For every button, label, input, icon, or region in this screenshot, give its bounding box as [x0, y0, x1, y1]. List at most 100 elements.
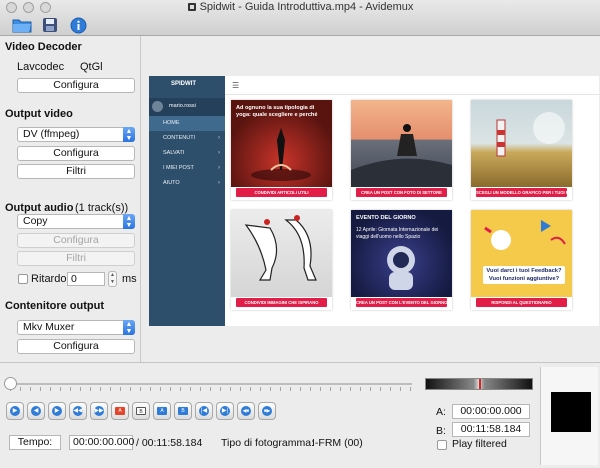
video-configure-button[interactable]: Configura [17, 146, 135, 161]
play-button[interactable]: ▶ [6, 402, 24, 420]
audio-delay-checkbox[interactable] [18, 274, 28, 284]
play-filtered-label: Play filtered [452, 438, 507, 450]
frame-type-value: I-FRM (00) [312, 437, 363, 449]
preview-nav-contenuti: CONTENUTI › [149, 131, 225, 146]
window-title: Spidwit - Guida Introduttiva.mp4 - Avide… [0, 1, 600, 13]
frame-type-label: Tipo di fotogramma: [221, 437, 314, 449]
audio-configure-button[interactable]: Configura [17, 233, 135, 248]
preview-logo: SPIDWIT [171, 81, 196, 87]
goto-marker-a-button[interactable]: A [153, 402, 171, 420]
previous-black-frame-button[interactable]: ◀■ [237, 402, 255, 420]
avatar [152, 101, 163, 112]
previous-keyframe-icon: ◀◀ [73, 406, 83, 416]
audio-codec-select[interactable]: Copy ▲ ▼ [17, 214, 135, 229]
tempo-button[interactable]: Tempo: [9, 435, 61, 450]
marker-b-label: B: [436, 425, 446, 437]
hamburger-menu-icon: ☰ [232, 81, 240, 90]
video-filters-button[interactable]: Filtri [17, 164, 135, 179]
first-frame-icon: |◀ [199, 406, 209, 416]
preview-topbar: ☰ [225, 76, 599, 95]
timeline-knob[interactable] [4, 377, 17, 390]
feedback-caption: Vuoi darci i tuoi Feedback? Vuoi funzion… [483, 266, 565, 284]
set-marker-a-icon: A [115, 407, 125, 415]
next-black-frame-button[interactable]: ■▶ [258, 402, 276, 420]
volume-meter [425, 378, 533, 390]
create-event-post-button: CREA UN POST CON L'EVENTO DEL GIORNO [356, 298, 447, 307]
answer-survey-button: RISPONDI AL QUESTIONARIO [476, 298, 567, 307]
audio-track-count: (1 track(s)) [75, 202, 129, 214]
decoder-name: Lavcodec [17, 61, 65, 73]
playback-panel: ▶ ◀ ▶ ◀◀ ▶▶ A B A B |◀ ▶| ◀■ ■▶ Tempo: 0… [0, 362, 600, 468]
timeline-track[interactable] [10, 383, 412, 385]
chevron-right-icon: › [218, 135, 220, 141]
preview-card-template: SCEGLI UN MODELLO GRAFICO PER I TUOI POS… [471, 100, 572, 200]
play-icon: ▶ [10, 406, 20, 416]
audio-filters-button[interactable]: Filtri [17, 251, 135, 266]
marker-a-label: A: [436, 406, 446, 418]
set-marker-b-icon: B [136, 407, 146, 415]
output-preview-panel [540, 367, 598, 465]
muxer-configure-button[interactable]: Configura [17, 339, 135, 354]
muxer-select[interactable]: Mkv Muxer ▲ ▼ [17, 320, 135, 335]
preview-card-event: EVENTO DEL GIORNO 12 Aprile: Giornata In… [351, 210, 452, 310]
astronaut-graphic [387, 246, 415, 290]
chevron-right-icon: › [218, 180, 220, 186]
previous-black-frame-icon: ◀■ [241, 406, 251, 416]
audio-delay-stepper[interactable]: ▲ ▼ [108, 271, 117, 287]
play-filtered-checkbox[interactable] [437, 440, 447, 450]
toolbar [12, 15, 88, 35]
marker-a-time[interactable]: 00:00:00.000 [452, 404, 530, 419]
rewind-icon: ◀ [31, 406, 41, 416]
choose-template-button: SCEGLI UN MODELLO GRAFICO PER I TUOI POS… [476, 188, 567, 197]
save-icon[interactable] [40, 15, 60, 35]
set-marker-b-button[interactable]: B [132, 402, 150, 420]
video-frame: SPIDWIT mario.rossi HOME CONTENUTI › SALV… [149, 76, 599, 326]
next-keyframe-button[interactable]: ▶▶ [90, 402, 108, 420]
meditation-figure-graphic [351, 124, 452, 187]
preview-card-yoga: Ad ognuno la sua tipologia di yoga: qual… [231, 100, 332, 200]
astronaut-image [351, 210, 452, 297]
next-keyframe-icon: ▶▶ [94, 406, 104, 416]
decoder-configure-button[interactable]: Configura [17, 78, 135, 93]
app-icon [187, 3, 196, 11]
video-codec-select[interactable]: DV (ffmpeg) ▲ ▼ [17, 127, 135, 142]
cranes-graphic [244, 215, 317, 281]
output-audio-heading: Output audio [5, 202, 74, 214]
current-time-field[interactable]: 00:00:00.000 [69, 435, 134, 450]
create-photo-post-button: CREA UN POST CON FOTO DI SETTORE [356, 188, 447, 197]
audio-delay-input[interactable]: 0 [67, 272, 105, 286]
chevron-updown-icon: ▲ ▼ [123, 127, 135, 142]
goto-marker-b-button[interactable]: B [174, 402, 192, 420]
forward-button[interactable]: ▶ [48, 402, 66, 420]
playback-controls: ▶ ◀ ▶ ◀◀ ▶▶ A B A B |◀ ▶| ◀■ ■▶ [6, 402, 276, 420]
sunset-meditation-image [351, 100, 452, 187]
goto-marker-b-icon: B [178, 407, 188, 415]
preview-card-photo: CREA UN POST CON FOTO DI SETTORE [351, 100, 452, 200]
video-decoder-heading: Video Decoder [5, 41, 82, 53]
set-marker-a-button[interactable]: A [111, 402, 129, 420]
chevron-right-icon: › [218, 165, 220, 171]
audio-delay-label: Ritardo: [31, 273, 70, 285]
open-folder-icon[interactable] [12, 15, 32, 35]
previous-keyframe-button[interactable]: ◀◀ [69, 402, 87, 420]
preview-nav-home: HOME [149, 116, 225, 131]
last-frame-button[interactable]: ▶| [216, 402, 234, 420]
preview-nav-salvati: SALVATI › [149, 146, 225, 161]
share-articles-button: CONDIVIDI ARTICOLI UTILI [236, 188, 327, 197]
decoder-renderer: QtGl [80, 61, 103, 73]
share-inspiring-images-button: CONDIVIDI IMMAGINI CHE ISPIRANO [236, 298, 327, 307]
settings-panel: Video Decoder Lavcodec QtGl Configura Ou… [0, 36, 141, 362]
first-frame-button[interactable]: |◀ [195, 402, 213, 420]
chevron-updown-icon: ▲ ▼ [123, 214, 135, 229]
lighthouse-graphic [496, 112, 565, 157]
preview-user: mario.rossi [149, 98, 225, 116]
next-black-frame-icon: ■▶ [262, 406, 272, 416]
video-preview-area: SPIDWIT mario.rossi HOME CONTENUTI › SALV… [142, 36, 600, 362]
marker-b-time[interactable]: 00:11:58.184 [452, 422, 530, 437]
rewind-button[interactable]: ◀ [27, 402, 45, 420]
cranes-image [231, 210, 332, 297]
info-icon[interactable] [68, 15, 88, 35]
forward-icon: ▶ [52, 406, 62, 416]
volume-meter-marker [479, 379, 481, 389]
lighthouse-image [471, 100, 572, 187]
